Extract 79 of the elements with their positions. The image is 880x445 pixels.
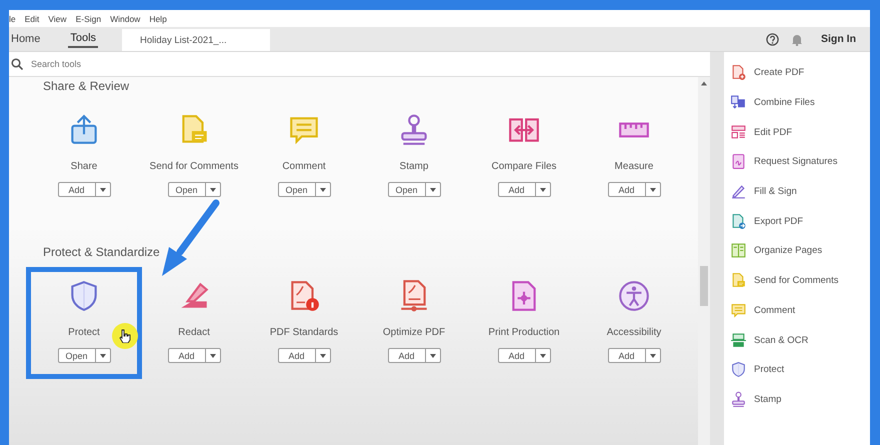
caret-icon <box>430 354 436 358</box>
caret-icon <box>430 188 436 192</box>
menu-item[interactable]: Window <box>110 14 140 24</box>
section-title: Share & Review <box>43 79 130 93</box>
menu-item[interactable]: Edit <box>24 14 40 24</box>
search-icon <box>11 58 23 70</box>
tool-label: Stamp <box>400 161 428 172</box>
speech-bubble-icon <box>730 302 747 319</box>
tool-action-button[interactable]: Add <box>608 182 660 197</box>
tool-action-button[interactable]: Open <box>388 182 440 197</box>
document-sign-icon <box>730 153 747 170</box>
tool-shortcut[interactable]: Scan & OCR <box>730 325 870 355</box>
section-title: Protect & Standardize <box>43 245 161 259</box>
tool-shortcut[interactable]: Organize Pages <box>730 236 870 266</box>
tool-label: Print Production <box>488 327 560 338</box>
menu-item[interactable]: View <box>48 14 67 24</box>
help-icon[interactable] <box>766 32 779 46</box>
tool-label: Share <box>70 161 98 172</box>
shield-icon <box>730 361 747 378</box>
caret-icon <box>320 354 326 358</box>
tool-action-button[interactable]: Add <box>498 182 550 197</box>
menu-item[interactable]: le <box>9 14 16 24</box>
combine-icon <box>730 94 747 112</box>
accessibility-icon <box>617 279 651 313</box>
tool-action-button[interactable]: Add <box>278 348 330 363</box>
document-plus-icon <box>730 64 747 82</box>
tool-shortcut[interactable]: Stamp <box>730 384 870 414</box>
search-field[interactable]: Search tools <box>29 58 233 70</box>
caret-icon <box>540 354 546 358</box>
caret-icon <box>100 354 106 358</box>
tool-shortcut[interactable]: Comment <box>730 296 870 326</box>
scrollbar-thumb[interactable] <box>700 266 708 306</box>
tool-action-button[interactable]: Add <box>608 348 660 363</box>
tool-shortcut[interactable]: Fill & Sign <box>730 176 870 206</box>
tool-label: Protect <box>68 327 100 338</box>
tool-action-button[interactable]: Add <box>498 348 550 363</box>
tool-action-button[interactable]: Add <box>168 348 220 363</box>
scroll-up-icon[interactable] <box>701 81 707 86</box>
tab[interactable]: Tools <box>68 27 108 51</box>
tool-label: Compare Files <box>491 161 557 172</box>
tool-label: Accessibility <box>606 327 662 338</box>
caret-icon <box>210 188 216 192</box>
tool-action-button[interactable]: Add <box>388 348 440 363</box>
tool-action-button[interactable]: Open <box>58 348 110 363</box>
tool-label: Send for Comments <box>150 161 238 172</box>
tool-shortcut[interactable]: Request Signatures <box>730 147 870 177</box>
sign-in-button[interactable]: Sign In <box>815 32 862 46</box>
tool-label: Optimize PDF <box>382 327 446 338</box>
menu-item[interactable]: E-Sign <box>76 14 102 24</box>
tool-shortcut[interactable]: Send for Comments <box>730 266 870 296</box>
document-tab[interactable]: Holiday List-2021_... <box>122 29 270 51</box>
scanner-icon <box>730 332 747 349</box>
tool-label: Comment <box>282 161 326 172</box>
menu-item[interactable]: Help <box>149 14 167 24</box>
pages-icon <box>730 242 747 260</box>
tool-label: Redact <box>178 327 210 338</box>
tool-shortcut[interactable]: Edit PDF <box>730 117 870 148</box>
tool-action-button[interactable]: Open <box>278 182 330 197</box>
caret-icon <box>650 188 656 192</box>
caret-icon <box>320 188 326 192</box>
tool-shortcut[interactable]: Protect <box>730 354 870 385</box>
caret-icon <box>540 188 546 192</box>
document-comment-icon <box>730 272 747 290</box>
tab[interactable]: Home <box>9 27 52 51</box>
tool-action-button[interactable]: Add <box>58 182 110 197</box>
tool-action-button[interactable]: Open <box>168 182 220 197</box>
layout-icon <box>730 124 747 141</box>
document-arrow-icon <box>730 212 747 230</box>
pen-icon <box>730 183 747 200</box>
tool-shortcut[interactable]: Export PDF <box>730 206 870 236</box>
tool-label: Measure <box>614 161 654 172</box>
stamp-icon <box>730 390 747 408</box>
tool-label: PDF Standards <box>270 327 338 338</box>
hand-cursor-icon <box>119 329 131 343</box>
tool-shortcut[interactable]: Combine Files <box>730 88 870 118</box>
caret-icon <box>100 188 106 192</box>
tool-shortcut[interactable]: Create PDF <box>730 58 870 88</box>
caret-icon <box>650 354 656 358</box>
caret-icon <box>210 354 216 358</box>
